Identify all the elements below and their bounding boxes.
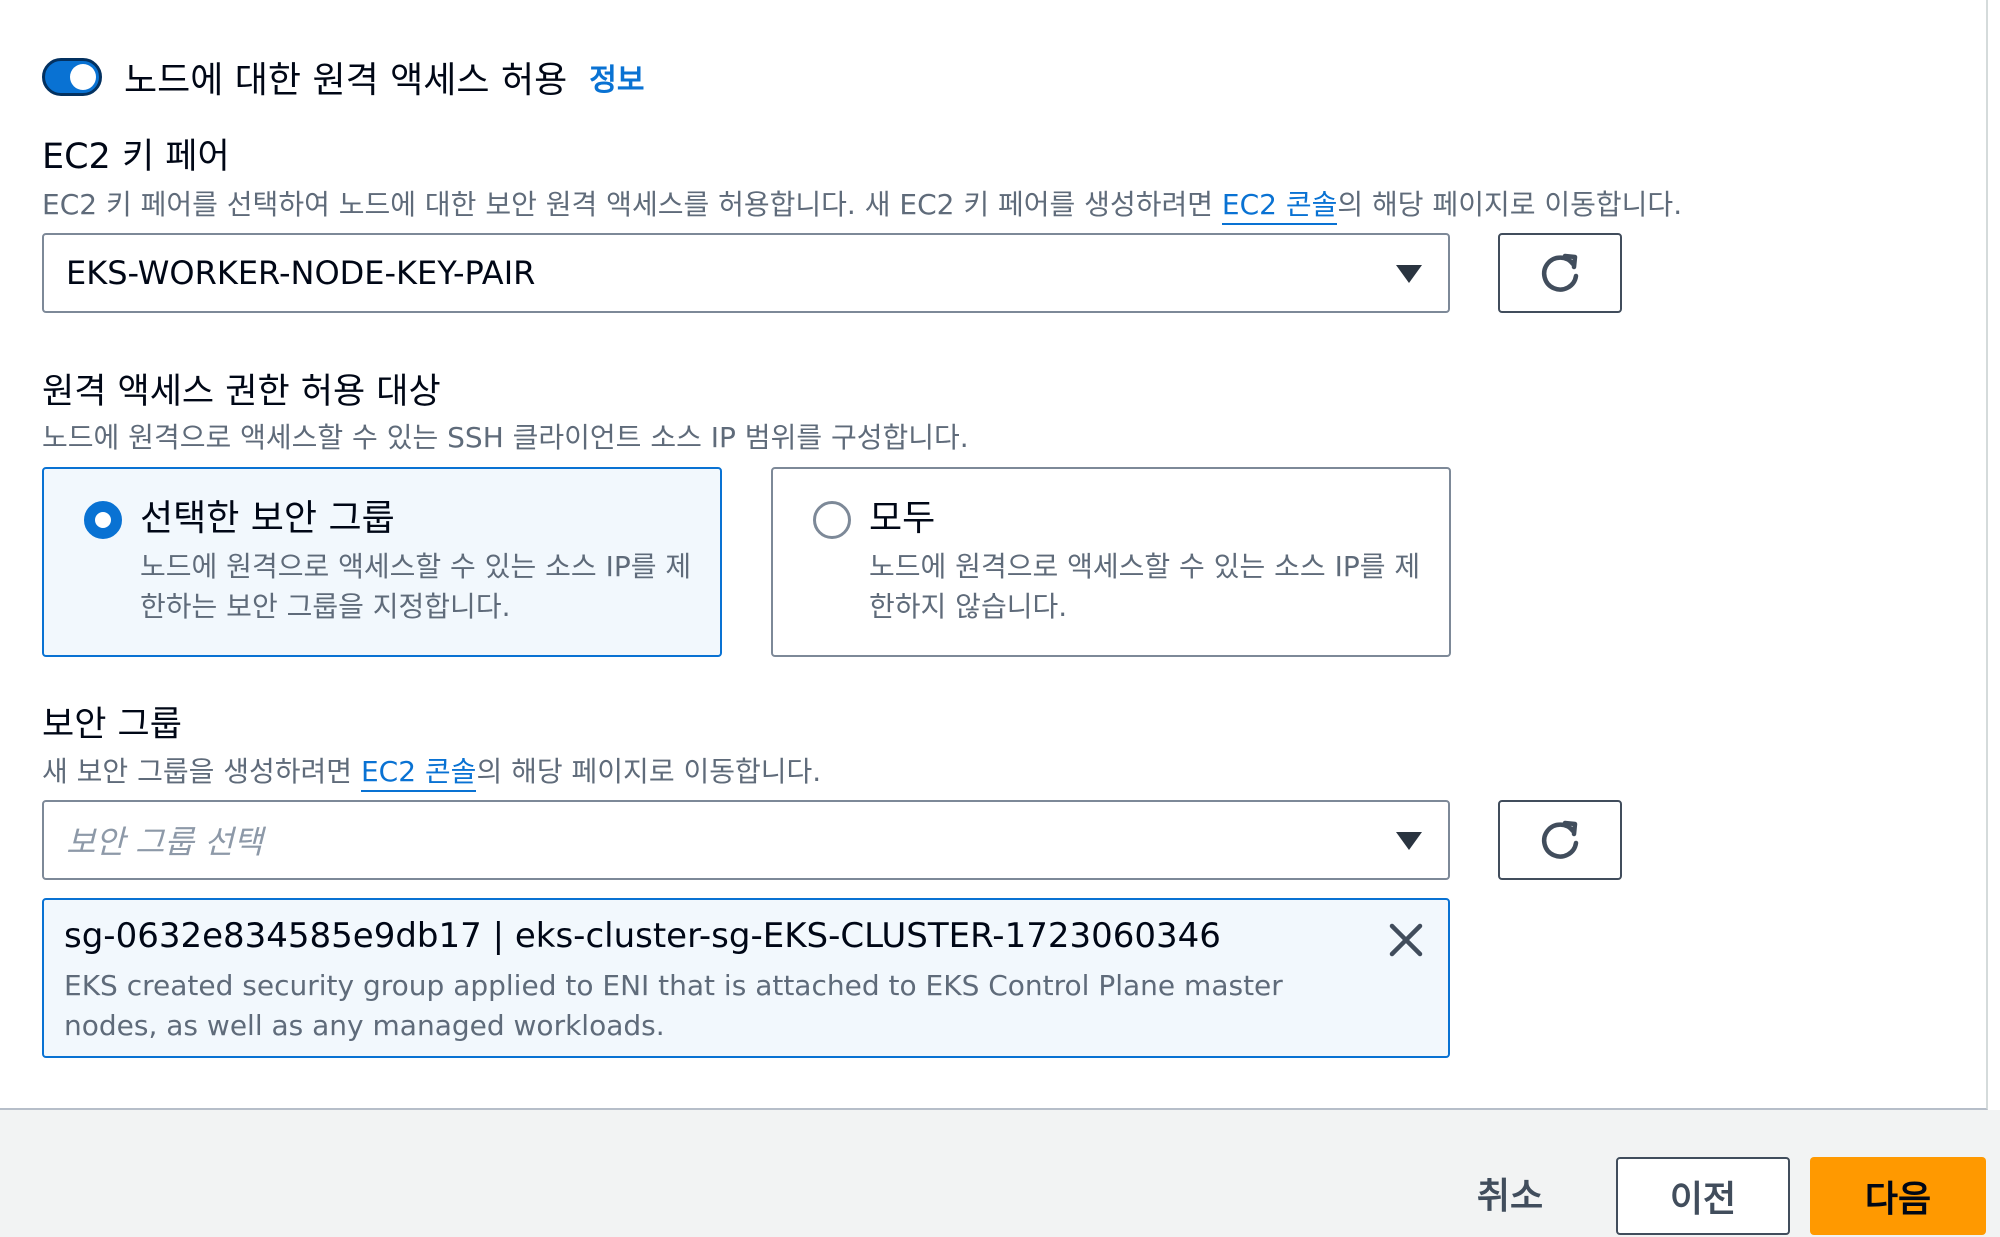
tile-description: 노드에 원격으로 액세스할 수 있는 소스 IP를 제한하는 보안 그룹을 지정… <box>140 550 692 623</box>
security-group-description: 새 보안 그룹을 생성하려면 EC2 콘솔의 해당 페이지로 이동합니다. <box>42 750 822 792</box>
toggle-knob <box>70 64 96 90</box>
radio-selected-security-group[interactable] <box>84 501 122 539</box>
radio-all[interactable] <box>813 501 851 539</box>
key-pair-description-text: EC2 키 페어를 선택하여 노드에 대한 보안 원격 액세스를 허용합니다. … <box>42 188 1222 221</box>
security-group-token: sg-0632e834585e9db17 | eks-cluster-sg-EK… <box>42 898 1450 1058</box>
token-title: sg-0632e834585e9db17 | eks-cluster-sg-EK… <box>64 916 1221 956</box>
cancel-button[interactable]: 취소 <box>1450 1158 1570 1228</box>
caret-down-icon <box>1396 265 1422 283</box>
ec2-console-link[interactable]: EC2 콘솔 <box>1221 188 1338 225</box>
next-button[interactable]: 다음 <box>1810 1157 1986 1235</box>
tile-selected-security-group[interactable]: 선택한 보안 그룹 노드에 원격으로 액세스할 수 있는 소스 IP를 제한하는… <box>42 467 722 657</box>
refresh-icon <box>1541 820 1579 859</box>
security-group-refresh-button[interactable] <box>1498 800 1622 880</box>
form-panel: 노드에 대한 원격 액세스 허용 정보 EC2 키 페어 EC2 키 페어를 선… <box>0 0 1988 1110</box>
key-pair-label: EC2 키 페어 <box>42 137 230 177</box>
close-icon <box>1389 923 1423 957</box>
tile-description: 노드에 원격으로 액세스할 수 있는 소스 IP를 제한하지 않습니다. <box>869 550 1421 623</box>
key-pair-selected-value: EKS-WORKER-NODE-KEY-PAIR <box>66 254 536 292</box>
refresh-icon <box>1541 253 1579 292</box>
remote-access-toggle[interactable] <box>42 58 102 96</box>
info-link[interactable]: 정보 <box>589 55 644 99</box>
previous-button[interactable]: 이전 <box>1616 1157 1790 1235</box>
remote-access-toggle-label: 노드에 대한 원격 액세스 허용 <box>124 60 568 101</box>
tile-all[interactable]: 모두 노드에 원격으로 액세스할 수 있는 소스 IP를 제한하지 않습니다. <box>771 467 1451 657</box>
security-group-description-text: 새 보안 그룹을 생성하려면 <box>42 755 361 788</box>
security-group-select[interactable]: 보안 그룹 선택 <box>42 800 1450 880</box>
token-description: EKS created security group applied to EN… <box>64 969 1283 1042</box>
security-group-placeholder: 보안 그룹 선택 <box>66 823 263 861</box>
access-target-description: 노드에 원격으로 액세스할 수 있는 SSH 클라이언트 소스 IP 범위를 구… <box>42 421 969 454</box>
key-pair-select[interactable]: EKS-WORKER-NODE-KEY-PAIR <box>42 233 1450 313</box>
security-group-description-suffix: 의 해당 페이지로 이동합니다. <box>476 755 822 788</box>
access-target-label: 원격 액세스 권한 허용 대상 <box>42 372 441 412</box>
ec2-console-link[interactable]: EC2 콘솔 <box>360 755 477 792</box>
security-group-label: 보안 그룹 <box>42 705 182 745</box>
tile-title: 선택한 보안 그룹 <box>140 498 395 539</box>
page-gutter <box>1990 0 2000 1110</box>
key-pair-description: EC2 키 페어를 선택하여 노드에 대한 보안 원격 액세스를 허용합니다. … <box>42 183 1683 225</box>
key-pair-description-suffix: 의 해당 페이지로 이동합니다. <box>1337 188 1683 221</box>
key-pair-refresh-button[interactable] <box>1498 233 1622 313</box>
remove-token-button[interactable] <box>1386 920 1426 960</box>
caret-down-icon <box>1396 832 1422 850</box>
tile-title: 모두 <box>869 498 936 539</box>
remote-access-toggle-row: 노드에 대한 원격 액세스 허용 정보 <box>42 48 644 106</box>
